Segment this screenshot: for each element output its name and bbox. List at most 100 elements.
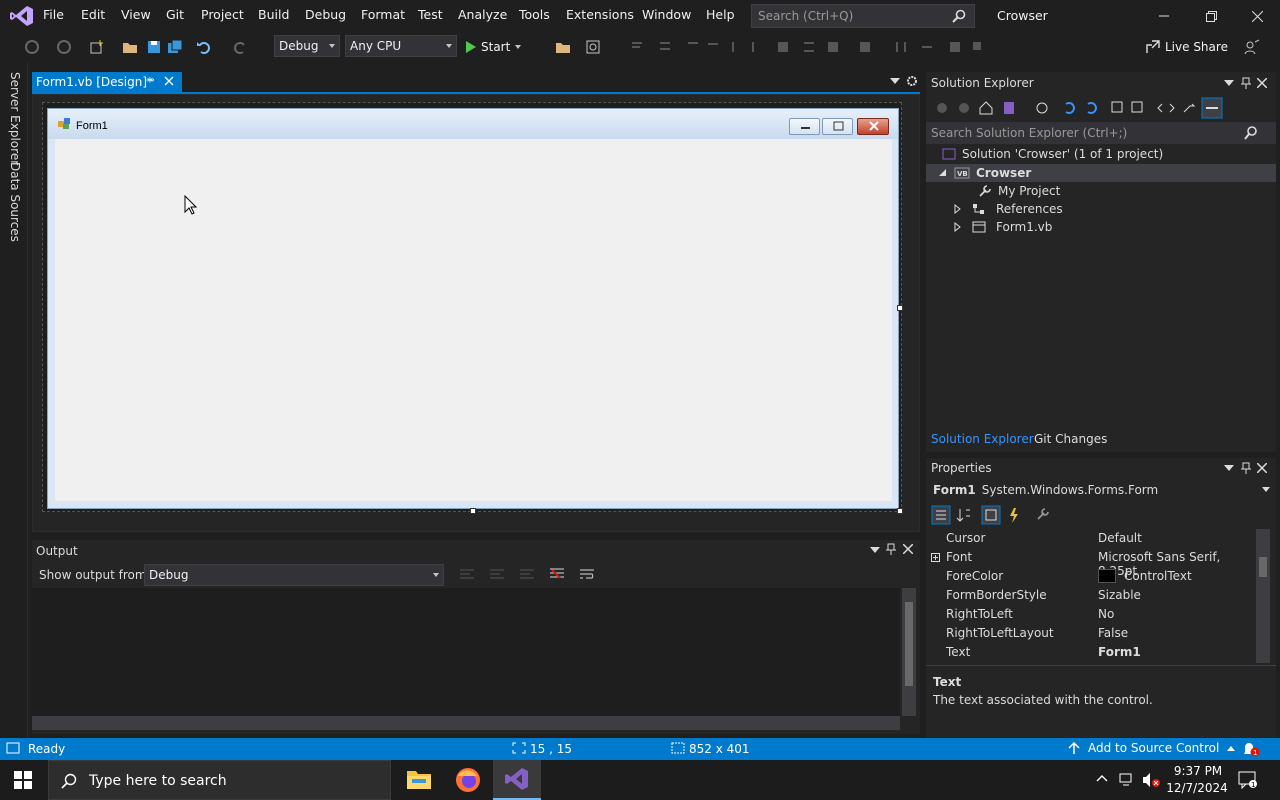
volume-muted-icon[interactable]: [1142, 772, 1160, 788]
new-project-icon[interactable]: [89, 39, 105, 55]
notifications-bell-icon[interactable]: 1: [1242, 741, 1260, 757]
output-horizontal-scrollbar[interactable]: [32, 716, 900, 730]
network-icon[interactable]: [1118, 772, 1136, 788]
form-close-button[interactable]: [857, 118, 889, 135]
form-minimize-button[interactable]: [789, 118, 820, 135]
form-maximize-button[interactable]: [822, 118, 853, 135]
visual-studio-logo-icon[interactable]: [10, 5, 34, 27]
windows-start-icon[interactable]: [14, 771, 32, 789]
tab-solution-explorer[interactable]: Solution Explorer: [931, 432, 1034, 446]
menu-help[interactable]: Help: [706, 7, 735, 22]
search-placeholder: Search (Ctrl+Q): [758, 9, 854, 23]
action-center-icon[interactable]: 1: [1238, 771, 1258, 789]
se-options-icon[interactable]: [1224, 80, 1234, 86]
solution-platform-select[interactable]: Any CPU: [345, 35, 457, 57]
restore-button[interactable]: [1197, 4, 1225, 28]
server-explorer-tab[interactable]: Server Explorer: [8, 72, 22, 165]
menu-extensions[interactable]: Extensions: [566, 7, 634, 22]
menu-file[interactable]: File: [43, 7, 64, 22]
props-options-icon[interactable]: [1224, 465, 1234, 471]
prop-name-forecolor: ForeColor: [946, 569, 1004, 583]
menu-build[interactable]: Build: [258, 7, 289, 22]
menu-tools[interactable]: Tools: [519, 7, 550, 22]
prop-value-font[interactable]: Microsoft Sans Serif, 8.25pt: [1098, 550, 1256, 578]
prop-value-righttoleftlayout[interactable]: False: [1098, 626, 1128, 645]
browse-icon[interactable]: [585, 39, 601, 55]
forward-nav-icon[interactable]: [56, 39, 72, 55]
tray-date[interactable]: 12/7/2024: [1166, 781, 1228, 795]
clear-all-icon[interactable]: [550, 568, 564, 580]
se-close-icon[interactable]: [1257, 78, 1267, 88]
save-icon[interactable]: [146, 39, 162, 55]
add-to-source-control-button[interactable]: Add to Source Control: [1068, 741, 1236, 755]
tree-item-form1[interactable]: Form1.vb: [954, 220, 1052, 234]
resize-handle-right[interactable]: [897, 305, 903, 311]
live-share-button[interactable]: Live Share: [1146, 40, 1228, 54]
output-text-area[interactable]: [32, 588, 900, 716]
taskbar-search-box[interactable]: Type here to search: [48, 760, 391, 800]
menu-edit[interactable]: Edit: [81, 7, 105, 22]
output-options-icon[interactable]: [870, 547, 880, 553]
output-close-icon[interactable]: [903, 544, 913, 554]
menu-window[interactable]: Window: [642, 7, 691, 22]
tree-item-crowser[interactable]: VB Crowser: [938, 166, 1031, 180]
expand-font-icon[interactable]: [931, 553, 940, 562]
prop-value-text[interactable]: Form1: [1098, 645, 1141, 664]
menu-test[interactable]: Test: [418, 7, 443, 22]
object-dropdown-icon[interactable]: [1262, 487, 1270, 492]
back-nav-icon[interactable]: [24, 39, 40, 55]
tray-time[interactable]: 9:37 PM: [1170, 764, 1226, 778]
open-file-icon[interactable]: [122, 39, 138, 55]
props-pin-icon[interactable]: [1241, 462, 1251, 474]
file-explorer-icon[interactable]: [407, 768, 431, 790]
menu-view[interactable]: View: [121, 7, 151, 22]
pin-icon[interactable]: ⊸: [146, 75, 154, 86]
object-selector[interactable]: Form1 System.Windows.Forms.Form: [926, 480, 1276, 500]
tree-item-my-project[interactable]: My Project: [978, 184, 1060, 198]
close-window-button[interactable]: [1243, 4, 1271, 28]
data-sources-tab[interactable]: Data Sources: [8, 162, 22, 242]
menu-project[interactable]: Project: [201, 7, 244, 22]
output-pin-icon[interactable]: [886, 543, 896, 555]
undo-icon[interactable]: [196, 39, 212, 55]
resize-handle-bottom[interactable]: [470, 508, 476, 514]
se-search-placeholder: Search Solution Explorer (Ctrl+;): [931, 126, 1128, 140]
save-all-icon[interactable]: [167, 39, 183, 55]
tray-overflow-icon[interactable]: [1096, 774, 1108, 782]
prop-value-cursor[interactable]: Default: [1098, 531, 1142, 550]
form1-client-area[interactable]: [55, 139, 892, 501]
props-scrollbar[interactable]: [1256, 529, 1270, 663]
folder-icon[interactable]: [555, 39, 571, 55]
menu-format[interactable]: Format: [361, 7, 405, 22]
form1-titlebar[interactable]: Form1: [48, 109, 898, 139]
menu-analyze[interactable]: Analyze: [458, 7, 507, 22]
menu-git[interactable]: Git: [166, 7, 184, 22]
global-search-input[interactable]: Search (Ctrl+Q): [751, 4, 975, 28]
feedback-icon[interactable]: [1244, 39, 1260, 55]
tab-git-changes[interactable]: Git Changes: [1034, 432, 1107, 446]
firefox-icon[interactable]: [455, 767, 481, 793]
resize-handle-corner[interactable]: [897, 508, 903, 514]
output-vertical-scrollbar[interactable]: [902, 588, 916, 716]
mouse-cursor-icon: [184, 195, 198, 215]
settings-gear-icon[interactable]: [906, 75, 918, 87]
tree-item-references[interactable]: References: [954, 202, 1063, 216]
start-button[interactable]: Start: [464, 38, 524, 56]
tab-form1-design[interactable]: Form1.vb [Design]* ⊸: [32, 72, 182, 92]
prop-value-forecolor[interactable]: ControlText: [1124, 569, 1192, 588]
tree-item-solution[interactable]: Solution 'Crowser' (1 of 1 project): [942, 147, 1163, 161]
solution-configuration-select[interactable]: Debug: [274, 35, 340, 57]
word-wrap-icon[interactable]: [580, 568, 596, 580]
prop-value-formborderstyle[interactable]: Sizable: [1098, 588, 1141, 607]
output-source-select[interactable]: Debug: [144, 564, 444, 586]
tab-overflow-icon[interactable]: [890, 78, 900, 84]
minimize-button[interactable]: [1150, 4, 1178, 28]
solution-explorer-search[interactable]: Search Solution Explorer (Ctrl+;): [926, 122, 1276, 144]
layout-toolbar-icons: [628, 40, 1008, 54]
se-pin-icon[interactable]: [1241, 77, 1251, 89]
close-tab-icon[interactable]: [164, 75, 174, 87]
redo-icon[interactable]: [232, 39, 248, 55]
prop-value-righttoleft[interactable]: No: [1098, 607, 1114, 626]
props-close-icon[interactable]: [1257, 463, 1267, 473]
menu-debug[interactable]: Debug: [305, 7, 346, 22]
